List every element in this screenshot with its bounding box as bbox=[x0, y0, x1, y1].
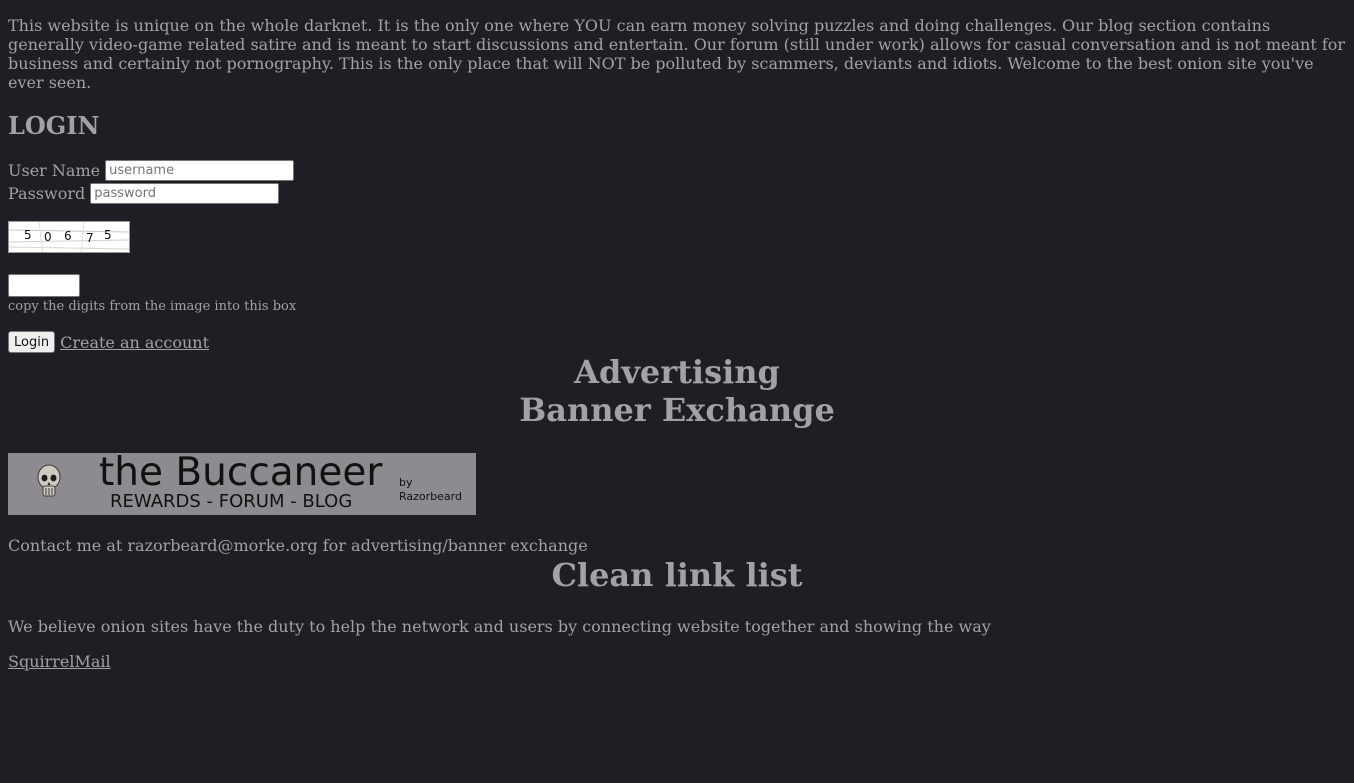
banner-tagline: REWARDS - FORUM - BLOG bbox=[110, 491, 353, 512]
captcha-digit: 7 bbox=[86, 231, 94, 245]
create-account-link[interactable]: Create an account bbox=[60, 333, 209, 352]
contact-text: Contact me at razorbeard@morke.org for a… bbox=[8, 536, 588, 555]
captcha-digit: 5 bbox=[24, 228, 32, 242]
link-list-description: We believe onion sites have the duty to … bbox=[8, 617, 991, 636]
clean-link-list-heading: Clean link list bbox=[551, 556, 803, 594]
captcha-image: 5 0 6 7 5 bbox=[8, 221, 130, 253]
login-actions: Login Create an account bbox=[8, 331, 1346, 353]
username-label: User Name bbox=[8, 161, 101, 180]
login-form: User Name Password 5 0 6 7 5 copy the di… bbox=[8, 159, 1346, 353]
buccaneer-banner[interactable]: the Buccaneer REWARDS - FORUM - BLOG by … bbox=[8, 453, 476, 515]
password-input[interactable] bbox=[90, 183, 280, 204]
login-heading: LOGIN bbox=[8, 111, 100, 140]
link-list: SquirrelMail bbox=[8, 652, 1346, 671]
captcha-digit: 5 bbox=[104, 228, 112, 242]
captcha-hint: copy the digits from the image into this… bbox=[8, 299, 297, 314]
login-button[interactable]: Login bbox=[8, 331, 56, 353]
captcha-digit: 6 bbox=[64, 229, 72, 243]
username-input[interactable] bbox=[105, 160, 295, 181]
link-squirrelmail[interactable]: SquirrelMail bbox=[8, 652, 111, 671]
password-row: Password bbox=[8, 182, 1346, 205]
password-label: Password bbox=[8, 184, 86, 203]
advertising-heading: Advertising bbox=[574, 353, 780, 391]
banner-exchange-heading: Banner Exchange bbox=[519, 391, 835, 429]
intro-paragraph: This website is unique on the whole dark… bbox=[8, 16, 1346, 92]
captcha-input[interactable] bbox=[8, 274, 80, 297]
captcha-digit: 0 bbox=[44, 230, 52, 244]
skull-icon bbox=[37, 464, 61, 497]
banner-byline: by Razorbeard bbox=[399, 476, 462, 503]
username-row: User Name bbox=[8, 159, 1346, 182]
page: This website is unique on the whole dark… bbox=[0, 0, 1354, 671]
